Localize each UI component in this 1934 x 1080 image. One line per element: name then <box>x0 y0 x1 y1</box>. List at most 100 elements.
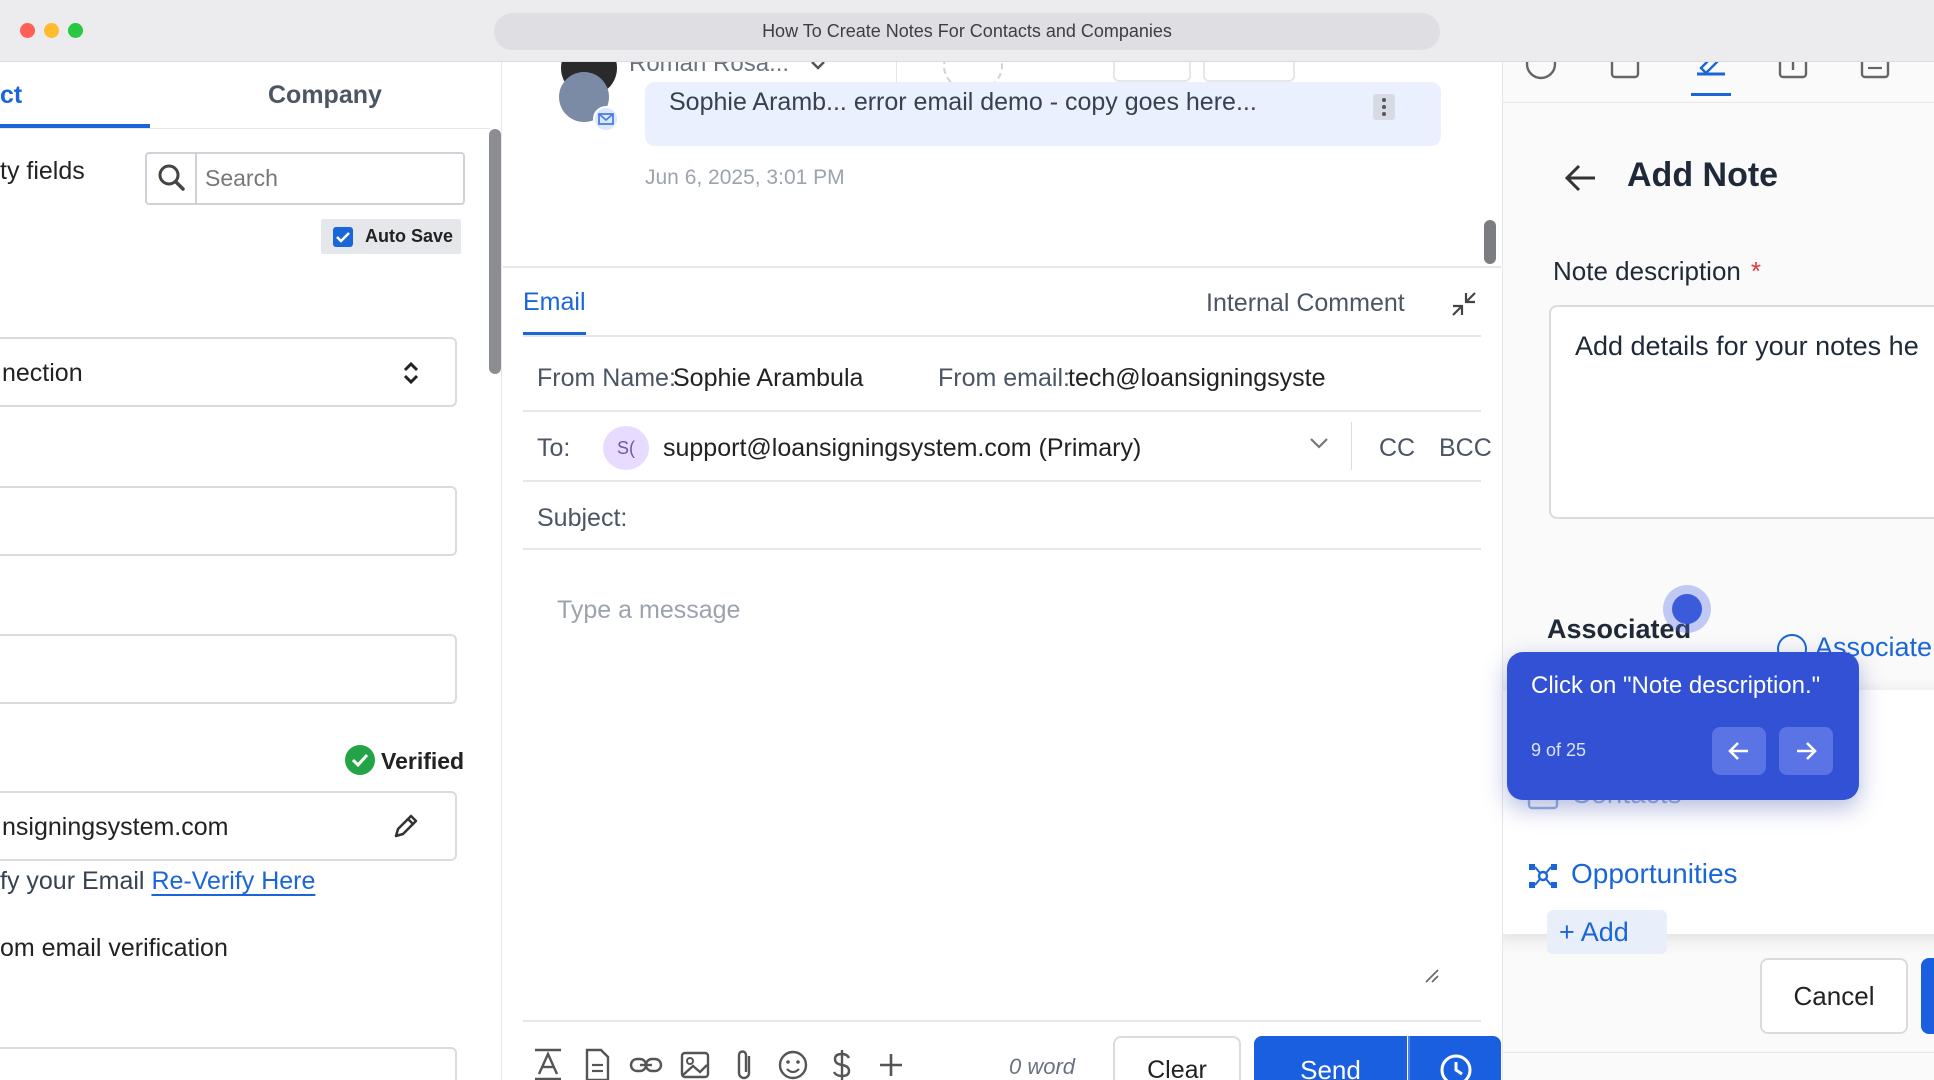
text-field[interactable] <box>0 486 457 556</box>
app-content: ct Company ty fields Auto Save nection <box>0 62 1934 1080</box>
zoom-window-button[interactable] <box>68 23 83 38</box>
clear-button[interactable]: Clear <box>1113 1036 1241 1080</box>
close-window-button[interactable] <box>20 23 35 38</box>
info-icon[interactable] <box>1775 62 1811 82</box>
plus-icon[interactable] <box>872 1046 910 1080</box>
word-count: 0 word <box>1009 1054 1076 1079</box>
previous-step-button[interactable] <box>1712 727 1766 775</box>
search-input[interactable] <box>205 154 455 203</box>
opportunities-icon <box>1525 860 1561 892</box>
add-association-button[interactable]: + Add <box>1547 910 1667 954</box>
page-title: Add Note <box>1627 156 1779 194</box>
from-name-value[interactable]: Sophie Arambula <box>673 364 863 393</box>
reverify-note: fy your Email Re-Verify Here <box>0 867 315 896</box>
tab-email[interactable]: Email <box>523 277 586 335</box>
text-field[interactable] <box>0 634 457 704</box>
checkbox-checked-icon[interactable] <box>333 227 353 247</box>
left-scrollbar[interactable] <box>489 129 501 374</box>
save-note-button[interactable] <box>1921 958 1934 1034</box>
arrow-left-icon <box>1728 742 1748 760</box>
attachment-icon[interactable] <box>725 1046 763 1080</box>
chevron-down-icon[interactable] <box>1309 436 1329 455</box>
field-search <box>145 152 465 205</box>
tab-divider <box>0 128 490 129</box>
minimize-window-button[interactable] <box>44 23 59 38</box>
conversation-panel: Roman Rosa... Sophie Aramb... error emai… <box>503 62 1501 1080</box>
assigned-user-label: Roman Rosa... <box>629 62 790 77</box>
from-email-value[interactable]: tech@loansigningsyste <box>1068 364 1325 393</box>
link-icon[interactable] <box>627 1046 665 1080</box>
window-title: How To Create Notes For Contacts and Com… <box>494 13 1440 50</box>
avatar <box>559 72 619 132</box>
check-circle-icon <box>345 745 375 775</box>
cancel-button[interactable]: Cancel <box>1760 958 1908 1034</box>
text-field[interactable] <box>0 1047 457 1080</box>
template-icon[interactable] <box>578 1046 616 1080</box>
bcc-button[interactable]: BCC <box>1439 434 1492 463</box>
from-row: From Name: Sophie Arambula From email: t… <box>523 344 1481 412</box>
tab-company[interactable]: Company <box>268 62 382 128</box>
autosave-label: Auto Save <box>365 226 454 246</box>
notes-icon[interactable] <box>1693 62 1729 82</box>
add-note-panel: Add Note Note description * Add details f… <box>1502 62 1934 1080</box>
document-icon[interactable] <box>1857 62 1893 82</box>
to-row: To: S( support@loansigningsystem.com (Pr… <box>523 414 1492 482</box>
text-format-icon[interactable] <box>529 1046 567 1080</box>
custom-verification-label: om email verification <box>0 934 228 962</box>
resize-handle-icon[interactable] <box>1423 967 1441 990</box>
tooltip-message: Click on "Note description." <box>1531 672 1821 699</box>
history-icon[interactable] <box>1523 62 1559 82</box>
email-field-value: nsigningsystem.com <box>2 813 229 841</box>
note-description-placeholder: Add details for your notes he <box>1575 331 1919 361</box>
email-field[interactable]: nsigningsystem.com <box>0 791 457 861</box>
assigned-user-name[interactable]: Roman Rosa... <box>629 62 826 78</box>
autosave-toggle[interactable]: Auto Save <box>321 219 461 254</box>
image-icon[interactable] <box>676 1046 714 1080</box>
note-description-input[interactable]: Add details for your notes he <box>1549 305 1934 519</box>
note-description-text: Note description <box>1553 256 1741 286</box>
walkthrough-hotspot <box>1663 585 1711 633</box>
opportunities-label: Opportunities <box>1571 858 1738 889</box>
message-bubble[interactable]: Sophie Aramb... error email demo - copy … <box>645 82 1441 146</box>
pencil-icon[interactable] <box>391 811 421 846</box>
send-button[interactable]: Send <box>1254 1036 1407 1080</box>
sort-arrows-icon <box>403 359 419 392</box>
from-email-label: From email: <box>938 364 1070 392</box>
subject-row[interactable]: Subject: <box>523 484 1481 550</box>
required-marker: * <box>1750 256 1762 286</box>
reverify-link[interactable]: Re-Verify Here <box>151 867 315 895</box>
more-options-icon[interactable] <box>1373 94 1395 120</box>
next-step-button[interactable] <box>1779 727 1833 775</box>
thread-scrollbar[interactable] <box>1484 220 1496 264</box>
panel-header-divider <box>1503 102 1934 103</box>
dropdown-item-opportunities[interactable]: Opportunities <box>1525 858 1738 892</box>
composer-toolbar: 0 word Clear Send <box>523 1030 1501 1080</box>
schedule-send-button[interactable] <box>1408 1036 1501 1080</box>
active-tab-indicator <box>1691 93 1731 96</box>
back-arrow-icon[interactable] <box>1561 158 1601 203</box>
to-label: To: <box>537 434 571 462</box>
message-input[interactable]: Type a message <box>523 552 1481 1022</box>
hotspot-dot <box>1672 594 1702 624</box>
tab-internal-comment[interactable]: Internal Comment <box>1206 277 1405 329</box>
header-action-button[interactable] <box>1113 62 1191 82</box>
dollar-icon[interactable] <box>823 1046 861 1080</box>
connection-select[interactable]: nection <box>0 337 457 407</box>
header-action-button[interactable] <box>1203 62 1295 82</box>
verified-label: Verified <box>381 748 465 774</box>
message-preview: Sophie Aramb... error email demo - copy … <box>669 88 1257 116</box>
message-timestamp: Jun 6, 2025, 3:01 PM <box>645 166 845 189</box>
footer-divider <box>1503 1052 1934 1053</box>
tab-contact[interactable]: ct <box>0 62 150 128</box>
message-thread: Roman Rosa... Sophie Aramb... error emai… <box>503 62 1501 266</box>
task-icon[interactable] <box>1607 62 1643 82</box>
emoji-icon[interactable] <box>774 1046 812 1080</box>
collapse-icon[interactable] <box>1449 289 1479 324</box>
reverify-text: fy your Email <box>0 867 145 895</box>
search-icon[interactable] <box>147 154 197 203</box>
step-counter: 9 of 25 <box>1531 740 1587 760</box>
to-recipient[interactable]: support@loansigningsystem.com (Primary) <box>663 434 1141 463</box>
composer-tabs: Email Internal Comment <box>523 277 1481 337</box>
cc-button[interactable]: CC <box>1379 434 1415 463</box>
composer-divider <box>503 266 1501 268</box>
